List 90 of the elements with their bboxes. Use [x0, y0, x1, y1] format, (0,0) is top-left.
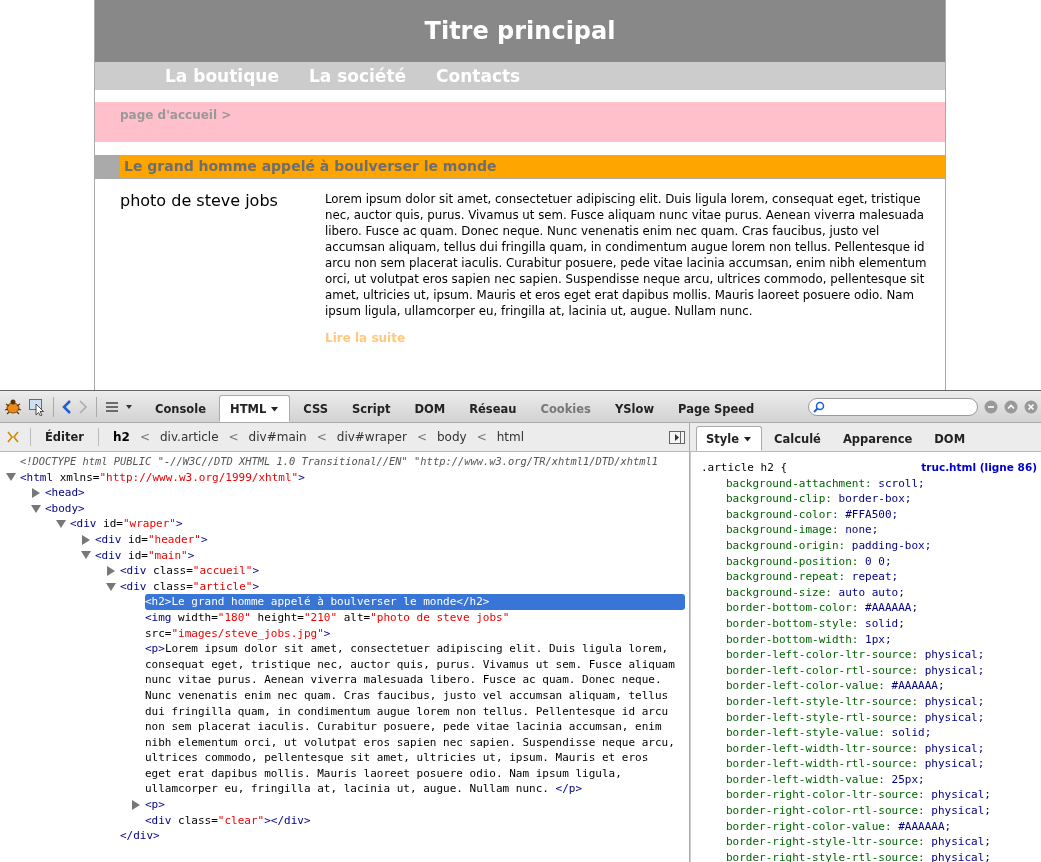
element-path-item[interactable]: h2 — [109, 428, 134, 446]
css-declaration[interactable]: border-right-style-ltr-source: physical; — [701, 834, 1037, 850]
image-alt-text: photo de steve jobs — [120, 191, 279, 212]
site-title: Titre principal — [424, 17, 616, 45]
expanded-triangle-icon[interactable] — [6, 472, 16, 483]
expanded-triangle-icon[interactable] — [106, 581, 116, 592]
css-declaration[interactable]: border-left-width-value: 25px; — [701, 771, 1037, 788]
css-declaration[interactable]: background-repeat: repeat; — [701, 569, 1037, 585]
css-declaration[interactable]: border-left-style-rtl-source: physical; — [701, 709, 1037, 726]
expanded-triangle-icon[interactable] — [81, 550, 91, 561]
css-declaration[interactable]: border-left-width-rtl-source: physical; — [701, 756, 1037, 772]
source-link[interactable]: truc.html (ligne 86) — [921, 460, 1037, 476]
html-node[interactable]: <div id="wraper"> — [70, 516, 685, 532]
panel-tab[interactable]: CSS — [292, 395, 339, 422]
html-node[interactable]: <html xmlns="http://www.w3.org/1999/xhtml"> — [20, 469, 685, 486]
css-declaration[interactable]: border-left-style-value: solid; — [701, 725, 1037, 741]
css-declaration[interactable]: border-bottom-color: #AAAAAA; — [701, 600, 1037, 616]
edit-mode-icon[interactable] — [6, 430, 20, 444]
panel-toggle-icon[interactable] — [669, 430, 685, 444]
element-path-item[interactable]: body — [433, 428, 471, 446]
html-node[interactable]: </div> — [120, 828, 685, 844]
collapsed-triangle-icon[interactable] — [131, 799, 141, 810]
element-path-item[interactable]: div.article — [155, 428, 223, 446]
element-path-item[interactable]: div#main — [244, 428, 311, 446]
article-paragraph: Lorem ipsum dolor sit amet, consectetuer adipiscing elit. Duis ligula lorem, consequat eget, tristique nec, auctor quis, purus. Vivamus ut sem. Fusce aliquam nunc vitae purus. Aenean viverra malesuada libero. Fusce ac quam. Donec neque. Nunc venenatis enim nec quam. Cras faucibus, justo vel accumsan aliquam, tellus dui fringilla quam, in condimentum augue lorem non tellus. Pellentesque id arcu non sem placerat iaculis. Curabitur posuere, pede vitae lacinia accumsan, enim nibh elementum orci, ut volutpat eros sapien nec sapien. Suspendisse neque arcu, ultrices commodo, pellentesque sit amet, ultricies ut, ipsum. Mauris et eros eget erat dapibus mollis. Mauris laoreet posuere odio. Nam ipsum ligula, ullamcorper eu, fringilla at, lacinia ut, augue. Nullam nunc. — [325, 191, 928, 319]
css-declaration[interactable]: background-clip: border-box; — [701, 491, 1037, 507]
css-declaration[interactable]: background-position: 0 0; — [701, 553, 1037, 570]
html-node[interactable]: <p> — [145, 797, 685, 813]
breadcrumb-separator: < — [416, 430, 427, 444]
edit-button[interactable]: Éditer — [41, 428, 88, 446]
menu-icon[interactable] — [104, 399, 120, 414]
search-icon — [813, 400, 825, 413]
caret-icon[interactable] — [743, 434, 753, 443]
css-declaration[interactable]: background-attachment: scroll; — [701, 475, 1037, 492]
css-declaration[interactable]: background-color: #FFA500; — [701, 506, 1037, 523]
panel-tab[interactable]: DOM — [403, 395, 457, 422]
css-declaration[interactable]: background-size: auto auto; — [701, 584, 1037, 601]
article-heading: Le grand homme appelé à boulverser le monde — [95, 155, 945, 179]
html-node[interactable]: <div id="main"> — [95, 547, 685, 564]
close-icon[interactable] — [1024, 399, 1038, 414]
detach-icon[interactable] — [1004, 399, 1018, 414]
element-path-item[interactable]: html — [492, 428, 529, 446]
css-selector: .article h2 { — [701, 460, 788, 476]
html-node[interactable]: <!DOCTYPE html PUBLIC "-//W3C//DTD XHTML 1.0 Transitional//EN" "http://www.w3.org/TR/xhtml1/DTD/xhtml1 — [20, 454, 685, 470]
html-node[interactable]: <div id="header"> — [95, 531, 685, 548]
breadcrumb-separator: < — [228, 430, 239, 444]
side-panel-tab[interactable]: DOM — [924, 426, 976, 451]
css-declaration[interactable]: border-right-color-rtl-source: physical; — [701, 803, 1037, 819]
collapsed-triangle-icon[interactable] — [106, 565, 116, 576]
html-node[interactable]: <div class="clear"></div> — [145, 812, 685, 829]
html-node[interactable]: <p>Lorem ipsum dolor sit amet, consectetuer adipiscing elit. Duis ligula lorem, consequat eget, tristique nec, auctor quis, purus. Vivamus ut sem. Fusce aliquam nunc vitae purus. Aenean viverra malesuada libero. Fusce ac quam. Donec neque. Nunc venenatis enim nec quam. Cras faucibus, justo vel accumsan aliquam, tellus dui fringilla quam, in condimentum augue lorem non tellus. Pellentesque id arcu non sem placerat iaculis. Curabitur posuere, pede vitae lacinia accumsan, enim nibh elementum orci, ut volutpat eros sapien nec sapien. Suspendisse neque arcu, ultrices commodo, pellentesque sit amet, ultricies ut, ipsum. Mauris et eros eget erat dapibus mollis. Mauris laoreet posuere odio. Nam ipsum ligula, ullamcorper eu, fringilla at, lacinia ut, augue. Nullam nunc. </p> — [145, 641, 685, 798]
panel-tab[interactable]: Réseau — [458, 395, 528, 422]
css-declaration[interactable]: background-image: none; — [701, 522, 1037, 538]
css-declaration[interactable]: border-bottom-width: 1px; — [701, 631, 1037, 648]
expanded-triangle-icon[interactable] — [31, 503, 41, 514]
html-node[interactable]: <h2>Le grand homme appelé à boulverser le monde</h2> — [145, 594, 685, 610]
inspect-icon[interactable] — [28, 397, 46, 416]
html-node[interactable]: <div class="article"> — [120, 578, 685, 595]
html-node[interactable]: <img width="180" height="210" alt="photo de steve jobs" src="images/steve_jobs.jpg"> — [145, 609, 685, 642]
css-declaration[interactable]: border-left-color-value: #AAAAAA; — [701, 678, 1037, 694]
html-node[interactable]: <head> — [45, 485, 685, 501]
bug-icon[interactable] — [2, 397, 24, 416]
breadcrumb-separator: < — [139, 430, 150, 444]
html-node[interactable]: <body> — [45, 500, 685, 517]
css-declaration[interactable]: border-left-color-ltr-source: physical; — [701, 647, 1037, 663]
css-declaration[interactable]: border-left-color-rtl-source: physical; — [701, 662, 1037, 679]
panel-tab[interactable]: Console — [144, 395, 217, 422]
panel-tab[interactable]: HTML — [219, 395, 291, 422]
collapsed-triangle-icon[interactable] — [31, 488, 41, 498]
breadcrumb-separator: < — [316, 430, 327, 444]
css-declaration[interactable]: border-right-color-value: #AAAAAA; — [701, 818, 1037, 835]
css-declaration[interactable]: border-left-style-ltr-source: physical; — [701, 693, 1037, 710]
css-declaration[interactable]: border-left-width-ltr-source: physical; — [701, 740, 1037, 757]
css-declaration[interactable]: border-bottom-style: solid; — [701, 615, 1037, 632]
html-node[interactable]: <div class="accueil"> — [120, 563, 685, 579]
side-panel-tab[interactable]: Calculé — [764, 426, 831, 451]
breadcrumb-separator: < — [476, 430, 487, 444]
panel-tab[interactable]: YSlow — [603, 395, 665, 422]
side-panel-tab[interactable]: Style — [696, 426, 763, 451]
css-declaration[interactable]: border-right-color-ltr-source: physical; — [701, 787, 1037, 804]
caret-icon[interactable] — [270, 404, 280, 413]
panel-tab[interactable]: Page Speed — [667, 395, 766, 422]
expanded-triangle-icon[interactable] — [56, 519, 66, 530]
element-path-item[interactable]: div#wraper — [332, 428, 411, 446]
css-declaration[interactable]: background-origin: padding-box; — [701, 537, 1037, 554]
side-panel-tab[interactable]: Apparence — [832, 426, 923, 451]
panel-tab[interactable]: Script — [340, 395, 402, 422]
collapsed-triangle-icon[interactable] — [81, 534, 91, 545]
minimize-icon[interactable] — [984, 399, 998, 414]
search-field[interactable] — [808, 397, 978, 416]
